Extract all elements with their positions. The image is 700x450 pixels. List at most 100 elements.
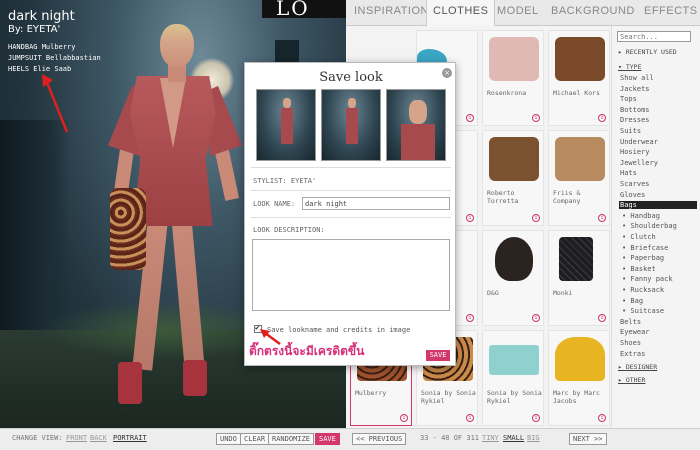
product-brand-label: Rosenkrona (487, 89, 527, 97)
type-filter-jewellery[interactable]: Jewellery (620, 159, 658, 167)
product-card[interactable]: Roberto Torretta i (482, 130, 544, 226)
product-card[interactable]: Sonia by Sonia Rykiel i (482, 330, 544, 426)
type-filter-belts[interactable]: Belts (620, 318, 641, 326)
bag-subfilter[interactable]: • Bag (622, 297, 643, 305)
product-brand-label: D&G (487, 289, 499, 297)
annotation-arrow-credits-icon (42, 74, 69, 133)
bag-subfilter[interactable]: • Paperbag (622, 254, 664, 262)
info-icon[interactable]: i (598, 214, 606, 222)
product-card[interactable]: Friis & Company i (548, 130, 610, 226)
product-card[interactable]: Marc by Marc Jacobs i (548, 330, 610, 426)
product-card[interactable]: D&G i (482, 230, 544, 326)
look-author: By: EYETA' (8, 24, 61, 35)
type-filter-extras[interactable]: Extras (620, 350, 645, 358)
type-filter-hats[interactable]: Hats (620, 169, 637, 177)
size-small-link[interactable]: SMALL (503, 434, 524, 442)
bag-subfilter[interactable]: • Suitcase (622, 307, 664, 315)
tab-model[interactable]: MODEL (497, 5, 539, 17)
bottom-toolbar: CHANGE VIEW: FRONT BACK PORTRAIT UNDO CL… (0, 428, 700, 450)
size-big-link[interactable]: BIG (527, 434, 540, 442)
product-brand-label: Marc by Marc Jacobs (553, 389, 600, 405)
type-filter-bottoms[interactable]: Bottoms (620, 106, 650, 114)
heels-right[interactable] (183, 360, 207, 396)
save-button[interactable]: SAVE (315, 433, 340, 445)
bag-subfilter[interactable]: • Rucksack (622, 286, 664, 294)
info-icon[interactable]: i (532, 414, 540, 422)
designer-toggle[interactable]: ▸ DESIGNER (618, 363, 657, 371)
handbag-leopard[interactable] (110, 188, 146, 270)
info-icon[interactable]: i (466, 414, 474, 422)
bag-subfilter[interactable]: • Clutch (622, 233, 656, 241)
view-portrait-link[interactable]: PORTRAIT (113, 434, 147, 442)
bag-subfilter[interactable]: • Fanny pack (622, 275, 673, 283)
product-brand-label: Monki (553, 289, 573, 297)
view-back-link[interactable]: BACK (90, 434, 107, 442)
look-thumbnail-full[interactable] (256, 89, 316, 161)
type-filter-suits[interactable]: Suits (620, 127, 641, 135)
info-icon[interactable]: i (466, 214, 474, 222)
look-thumbnail-portrait[interactable] (386, 89, 446, 161)
randomize-button[interactable]: RANDOMIZE (268, 433, 314, 445)
info-icon[interactable]: i (598, 114, 606, 122)
other-toggle[interactable]: ▸ OTHER (618, 376, 645, 384)
type-filter-scarves[interactable]: Scarves (620, 180, 650, 188)
size-tiny-link[interactable]: TINY (482, 434, 499, 442)
info-icon[interactable]: i (532, 214, 540, 222)
type-filter-hosiery[interactable]: Hosiery (620, 148, 650, 156)
product-image (555, 337, 605, 381)
view-front-link[interactable]: FRONT (66, 434, 87, 442)
dialog-save-button[interactable]: SAVE (426, 350, 450, 361)
heels-left[interactable] (118, 362, 142, 404)
product-card[interactable]: Michael Kors i (548, 30, 610, 126)
look-description-input[interactable] (252, 239, 450, 311)
info-icon[interactable]: i (598, 314, 606, 322)
type-filter-dresses[interactable]: Dresses (620, 116, 650, 124)
divider (251, 167, 451, 168)
info-icon[interactable]: i (598, 414, 606, 422)
recently-used-label: RECENTLY USED (625, 48, 677, 56)
type-filter-bags[interactable]: Bags (619, 201, 697, 210)
product-brand-label: Michael Kors (553, 89, 600, 97)
product-card[interactable]: Monki i (548, 230, 610, 326)
type-filter-show-all[interactable]: Show all (620, 74, 654, 82)
change-view-label: CHANGE VIEW: (12, 434, 63, 442)
product-brand-label: Sonia by Sonia Rykiel (487, 389, 542, 405)
look-thumbnail-bag[interactable] (321, 89, 381, 161)
info-icon[interactable]: i (466, 314, 474, 322)
tab-background[interactable]: BACKGROUND (551, 5, 635, 17)
type-filter-gloves[interactable]: Gloves (620, 191, 645, 199)
info-icon[interactable]: i (532, 114, 540, 122)
next-page-button[interactable]: NEXT >> (569, 433, 607, 445)
product-card[interactable]: Rosenkrona i (482, 30, 544, 126)
product-image (555, 137, 605, 181)
product-image (495, 237, 533, 281)
recently-used-toggle[interactable]: ▸ RECENTLY USED (618, 48, 677, 56)
bag-subfilter[interactable]: • Briefcase (622, 244, 668, 252)
clear-button[interactable]: CLEAR (240, 433, 270, 445)
info-icon[interactable]: i (466, 114, 474, 122)
tab-effects[interactable]: EFFECTS (644, 5, 698, 17)
tab-clothes[interactable]: CLOTHES (426, 0, 496, 26)
look-name-input[interactable] (302, 197, 450, 210)
type-toggle[interactable]: ▾ TYPE (618, 63, 641, 71)
type-filter-underwear[interactable]: Underwear (620, 138, 658, 146)
product-image (489, 37, 539, 81)
bag-subfilter[interactable]: • Basket (622, 265, 656, 273)
previous-page-button[interactable]: << PREVIOUS (352, 433, 407, 445)
type-label: TYPE (625, 63, 642, 71)
info-icon[interactable]: i (400, 414, 408, 422)
type-filter-eyewear[interactable]: Eyewear (620, 328, 650, 336)
bag-subfilter[interactable]: • Shoulderbag (622, 222, 677, 230)
type-filter-jackets[interactable]: Jackets (620, 85, 650, 93)
annotation-text: ติ๊กตรงนี้จะมีเครดิตขึ้น (249, 344, 365, 358)
type-filter-tops[interactable]: Tops (620, 95, 637, 103)
info-icon[interactable]: i (532, 314, 540, 322)
tab-inspiration[interactable]: INSPIRATION (354, 5, 429, 17)
stylist-label: STYLIST: EYETA' (253, 177, 317, 185)
bag-subfilter[interactable]: • Handbag (622, 212, 660, 220)
close-icon[interactable]: × (442, 68, 452, 78)
product-image (489, 345, 539, 375)
search-input[interactable] (617, 31, 691, 42)
type-filter-shoes[interactable]: Shoes (620, 339, 641, 347)
undo-button[interactable]: UNDO (216, 433, 241, 445)
